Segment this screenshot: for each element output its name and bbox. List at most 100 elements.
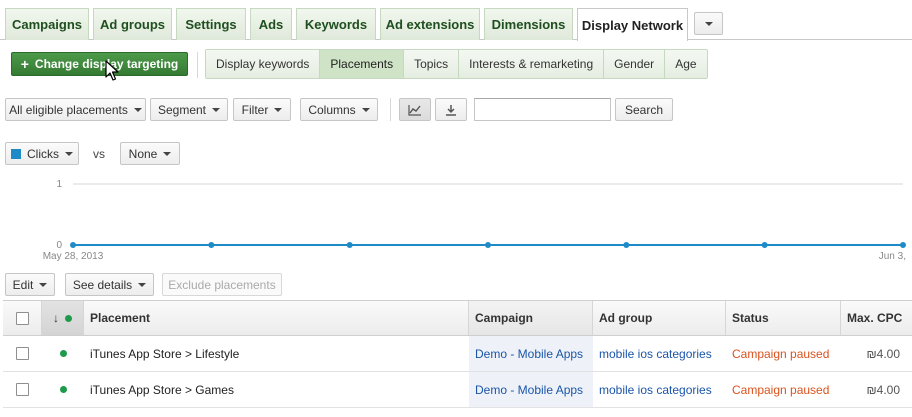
tab-ads[interactable]: Ads — [250, 8, 292, 40]
line-chart-icon — [408, 104, 421, 116]
enabled-status-dot-icon[interactable] — [59, 386, 67, 393]
tab-keywords[interactable]: Keywords — [296, 8, 376, 40]
ad-group-column-header[interactable]: Ad group — [593, 301, 726, 335]
tab-display-network[interactable]: Display Network — [577, 8, 688, 41]
clicks-data-point — [346, 242, 353, 248]
filter-label: Filter — [241, 102, 269, 117]
clicks-data-point — [900, 242, 906, 248]
row-status-cell — [42, 336, 84, 371]
chevron-down-icon — [65, 151, 73, 156]
status-sort-header[interactable]: ↓ — [42, 301, 84, 335]
row-select-cell — [3, 336, 42, 371]
secondary-metric-label: None — [128, 146, 158, 161]
mouse-cursor-icon — [105, 60, 119, 81]
row-select-cell — [3, 372, 42, 407]
campaign-cell: Demo - Mobile Apps — [469, 372, 593, 407]
placements-filter-label: All eligible placements — [9, 102, 128, 117]
clicks-data-point — [761, 242, 768, 248]
tab-settings[interactable]: Settings — [176, 8, 246, 40]
primary-metric-dropdown[interactable]: Clicks — [5, 142, 79, 165]
columns-dropdown[interactable]: Columns — [300, 98, 378, 121]
max-cpc-cell[interactable]: ₪4.00 — [841, 336, 912, 371]
main-tabs: Campaigns Ad groups Settings Ads Keyword… — [0, 8, 912, 41]
primary-metric-label: Clicks — [27, 146, 59, 161]
campaign-link[interactable]: Demo - Mobile Apps — [475, 383, 583, 397]
search-input[interactable] — [474, 98, 611, 121]
placement-cell: iTunes App Store > Lifestyle — [90, 346, 240, 361]
sort-down-arrow-icon: ↓ — [53, 311, 59, 325]
tab-ad-extensions[interactable]: Ad extensions — [380, 8, 480, 40]
max-cpc-column-header[interactable]: Max. CPC — [841, 301, 912, 335]
max-cpc-cell[interactable]: ₪4.00 — [841, 372, 912, 407]
row-status-cell — [42, 372, 84, 407]
subtab-display-keywords[interactable]: Display keywords — [206, 50, 321, 78]
chevron-down-icon — [163, 151, 172, 156]
edit-label: Edit — [12, 277, 34, 292]
chevron-down-icon — [361, 107, 370, 112]
ad-group-link[interactable]: mobile ios categories — [599, 383, 712, 397]
search-button[interactable]: Search — [615, 98, 673, 121]
more-tabs-button[interactable] — [694, 12, 723, 35]
chevron-down-icon — [133, 107, 142, 112]
chart-toggle-button[interactable] — [399, 98, 431, 121]
campaign-column-header[interactable]: Campaign — [469, 301, 593, 335]
display-network-subtabs: Display keywords Placements Topics Inter… — [205, 49, 708, 79]
placement-column-header[interactable]: Placement — [84, 301, 469, 335]
chevron-down-icon — [138, 282, 147, 287]
toolbar-divider — [197, 52, 198, 78]
search-button-label: Search — [624, 102, 664, 117]
tab-ad-groups[interactable]: Ad groups — [93, 8, 172, 40]
status-dot-icon — [65, 314, 72, 322]
exclude-placements-button[interactable]: Exclude placements — [162, 273, 282, 296]
table-row: iTunes App Store > Games Demo - Mobile A… — [3, 372, 912, 408]
subtab-gender[interactable]: Gender — [604, 50, 666, 78]
subtab-topics[interactable]: Topics — [404, 50, 460, 78]
table-header-row: ↓ Placement Campaign Ad group Status Max… — [3, 301, 912, 336]
enabled-status-dot-icon[interactable] — [59, 350, 67, 357]
placements-filter-dropdown[interactable]: All eligible placements — [5, 98, 146, 121]
x-start-label: May 28, 2013 — [43, 251, 104, 262]
clicks-line-chart: 1 0May 28, 2013 Jun 3, — [43, 179, 906, 262]
chevron-down-icon — [39, 282, 48, 287]
clicks-data-point — [623, 242, 630, 248]
metric-vs-label: vs — [93, 147, 105, 161]
subtab-placements[interactable]: Placements — [320, 50, 405, 78]
ad-group-cell: mobile ios categories — [593, 336, 726, 371]
see-details-label: See details — [72, 277, 133, 292]
status-cell: Campaign paused — [732, 382, 830, 397]
status-column-header[interactable]: Status — [726, 301, 841, 335]
segment-dropdown[interactable]: Segment — [150, 98, 228, 121]
row-checkbox[interactable] — [16, 347, 29, 360]
columns-label: Columns — [308, 102, 356, 117]
status-cell: Campaign paused — [732, 346, 830, 361]
see-details-dropdown[interactable]: See details — [65, 273, 154, 296]
clicks-data-point — [485, 242, 491, 248]
clicks-color-swatch — [11, 148, 21, 159]
select-all-checkbox[interactable] — [15, 311, 29, 325]
download-button[interactable] — [435, 98, 467, 121]
edit-dropdown[interactable]: Edit — [5, 273, 55, 296]
subtab-age[interactable]: Age — [665, 50, 707, 78]
exclude-placements-label: Exclude placements — [168, 277, 276, 292]
tab-campaigns[interactable]: Campaigns — [5, 8, 89, 40]
subtab-interests-remarketing[interactable]: Interests & remarketing — [459, 50, 605, 78]
tab-dimensions[interactable]: Dimensions — [484, 8, 573, 40]
change-display-targeting-button[interactable]: + Change display targeting — [11, 52, 188, 76]
secondary-metric-dropdown[interactable]: None — [120, 142, 180, 165]
campaign-cell: Demo - Mobile Apps — [469, 336, 593, 371]
clicks-data-point — [208, 242, 215, 248]
segment-label: Segment — [157, 102, 207, 117]
row-checkbox[interactable] — [16, 383, 29, 396]
ad-group-link[interactable]: mobile ios categories — [599, 347, 712, 361]
plus-icon: + — [20, 56, 29, 72]
clicks-data-point — [70, 242, 76, 248]
placements-table: ↓ Placement Campaign Ad group Status Max… — [3, 300, 912, 408]
select-all-cell — [3, 301, 42, 335]
table-row: iTunes App Store > Lifestyle Demo - Mobi… — [3, 336, 912, 372]
placement-cell: iTunes App Store > Games — [90, 382, 234, 397]
campaign-link[interactable]: Demo - Mobile Apps — [475, 347, 583, 361]
download-icon — [446, 104, 456, 116]
y-tick-label: 0 — [56, 240, 62, 251]
x-end-label: Jun 3, — [879, 251, 906, 262]
filter-dropdown[interactable]: Filter — [233, 98, 291, 121]
